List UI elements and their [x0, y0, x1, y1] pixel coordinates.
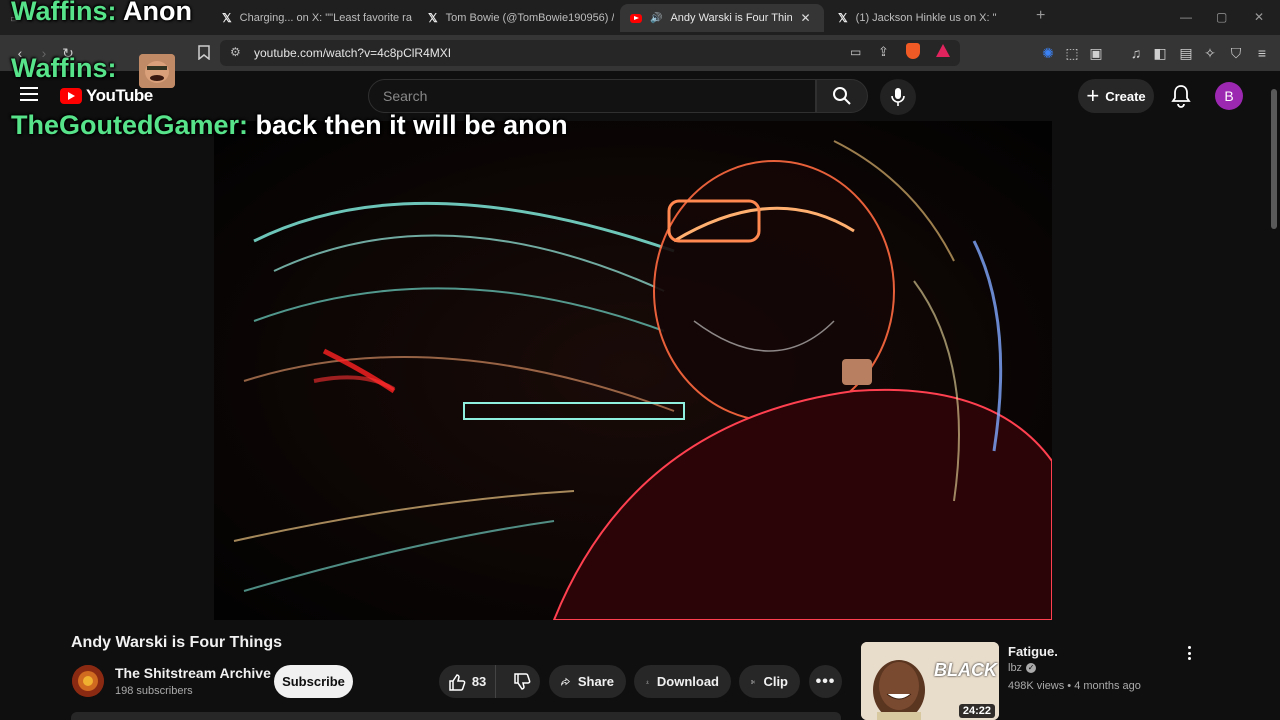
youtube-logo[interactable]: YouTube: [60, 86, 153, 106]
url-text: youtube.com/watch?v=4c8pClR4MXI: [254, 46, 452, 60]
like-button[interactable]: 83: [439, 665, 497, 698]
share-page-icon[interactable]: ⇪: [878, 44, 889, 60]
create-button[interactable]: + Create: [1078, 79, 1154, 113]
more-horizontal-icon: •••: [815, 672, 836, 690]
create-label: Create: [1105, 88, 1146, 104]
search-icon: [833, 87, 851, 105]
microphone-icon: [891, 88, 905, 106]
close-icon[interactable]: ✕: [800, 11, 810, 25]
recommendation-channel[interactable]: lbz ✓: [1008, 662, 1037, 674]
site-info-icon[interactable]: ⚙: [230, 45, 241, 59]
like-dislike-group: 83: [439, 665, 540, 698]
brave-rewards-icon[interactable]: [936, 44, 950, 57]
download-button[interactable]: Download: [634, 665, 731, 698]
verified-icon: ✓: [1026, 663, 1037, 673]
tab-tom-bowie[interactable]: 𝕏 Tom Bowie (@TomBowie190956) / X: [418, 4, 614, 32]
scrollbar-thumb[interactable]: [1271, 89, 1277, 229]
hamburger-menu-icon[interactable]: [20, 87, 38, 101]
menu-icon[interactable]: ≡: [1254, 45, 1270, 61]
maximize-icon[interactable]: ▢: [1216, 10, 1227, 24]
chat-username: Waffins:: [11, 53, 117, 83]
tab-jackson-hinkle[interactable]: 𝕏 (1) Jackson Hinkle us on X: ": [828, 4, 1028, 32]
extensions-puzzle-icon[interactable]: ⬚: [1064, 45, 1080, 61]
browser-address-bar: ‹ › ↻ ⚙ youtube.com/watch?v=4c8pClR4MXI …: [0, 35, 1280, 71]
share-button[interactable]: Share: [549, 665, 626, 698]
cast-icon[interactable]: ▭: [850, 45, 861, 59]
recommendation-thumbnail[interactable]: BLACK 24:22: [861, 642, 999, 720]
chat-emote-image: [139, 54, 175, 88]
chat-emote-image: [842, 359, 872, 385]
clip-label: Clip: [763, 674, 788, 689]
plus-icon: +: [1086, 83, 1100, 108]
more-vertical-icon[interactable]: [1180, 644, 1198, 662]
x-icon: 𝕏: [222, 11, 232, 25]
bookmark-icon[interactable]: [196, 45, 212, 61]
window-close-icon[interactable]: ✕: [1254, 10, 1264, 24]
thumbs-down-icon: [514, 672, 531, 690]
search-button[interactable]: [816, 79, 868, 113]
subscriber-count: 198 subscribers: [115, 685, 193, 697]
leo-ai-icon[interactable]: ✧: [1202, 45, 1218, 61]
voice-search-button[interactable]: [880, 79, 916, 115]
share-label: Share: [577, 674, 614, 689]
recommendation-channel-name: lbz: [1008, 662, 1023, 674]
thumbs-up-icon: [449, 673, 466, 691]
chat-message: Waffins:: [11, 53, 116, 84]
youtube-icon: [630, 13, 642, 23]
account-avatar[interactable]: B: [1215, 82, 1243, 110]
page-scrollbar[interactable]: [1268, 71, 1280, 720]
browser-tab-bar: ▭ 𝕏 Charging... on X: ""Least favorite r…: [0, 0, 1280, 35]
video-duration: 24:22: [958, 704, 995, 718]
brave-shields-icon[interactable]: [906, 43, 920, 59]
video-title: Andy Warski is Four Things: [71, 634, 282, 651]
tab-charging[interactable]: 𝕏 Charging... on X: ""Least favorite rac…: [212, 4, 412, 32]
video-frame-image: [214, 121, 1052, 620]
url-field[interactable]: ⚙ youtube.com/watch?v=4c8pClR4MXI ▭ ⇪: [220, 40, 960, 66]
video-player[interactable]: [214, 121, 1052, 620]
x-icon: 𝕏: [838, 11, 848, 25]
chat-text: back then it will be anon: [255, 110, 568, 140]
more-actions-button[interactable]: •••: [809, 665, 842, 698]
channel-avatar[interactable]: [72, 665, 104, 697]
new-tab-icon[interactable]: +: [1036, 7, 1045, 25]
clip-button[interactable]: Clip: [739, 665, 800, 698]
minimize-icon[interactable]: —: [1180, 10, 1192, 24]
tab-label: Tom Bowie (@TomBowie190956) / X: [445, 12, 614, 24]
youtube-play-icon: [60, 88, 82, 104]
chat-message: Waffins: Anon: [11, 0, 192, 27]
subscribe-button[interactable]: Subscribe: [274, 665, 353, 698]
share-icon: [561, 677, 570, 686]
download-icon: [646, 680, 649, 683]
chat-text: Anon: [122, 0, 192, 26]
chat-message: TheGoutedGamer: back then it will be ano…: [11, 110, 568, 141]
dislike-button[interactable]: [504, 665, 540, 698]
chat-username: TheGoutedGamer:: [11, 110, 249, 140]
search-input[interactable]: [383, 88, 815, 104]
channel-name[interactable]: The Shitstream Archive: [115, 665, 271, 681]
vpn-icon[interactable]: ⛉: [1228, 45, 1244, 61]
tab-andy-warski[interactable]: 🔊 Andy Warski is Four Things - ✕: [620, 4, 824, 32]
media-icon[interactable]: ♫: [1128, 45, 1144, 61]
sidebar-icon[interactable]: ◧: [1152, 45, 1168, 61]
x-icon: 𝕏: [428, 11, 438, 25]
download-label: Download: [656, 674, 719, 689]
search-box[interactable]: [368, 79, 816, 113]
chat-username: Waffins:: [11, 0, 117, 26]
extension-icon[interactable]: ✺: [1040, 45, 1056, 61]
thumbnail-text: BLACK: [934, 660, 997, 680]
description-box[interactable]: [71, 712, 841, 720]
tab-label: Charging... on X: ""Least favorite race: [239, 12, 412, 24]
wallet-icon[interactable]: ▤: [1178, 45, 1194, 61]
recommendation-meta: 498K views • 4 months ago: [1008, 680, 1141, 692]
youtube-logo-text: YouTube: [86, 86, 153, 105]
like-count: 83: [471, 674, 487, 689]
recommendation-title[interactable]: Fatigue.: [1008, 644, 1058, 659]
tab-label: Andy Warski is Four Things -: [670, 12, 793, 24]
speaker-icon: 🔊: [650, 12, 663, 24]
screenshot-icon[interactable]: ▣: [1088, 45, 1104, 61]
notifications-bell-icon[interactable]: [1170, 84, 1192, 108]
scissors-icon: [751, 679, 756, 684]
tab-label: (1) Jackson Hinkle us on X: ": [855, 12, 997, 24]
